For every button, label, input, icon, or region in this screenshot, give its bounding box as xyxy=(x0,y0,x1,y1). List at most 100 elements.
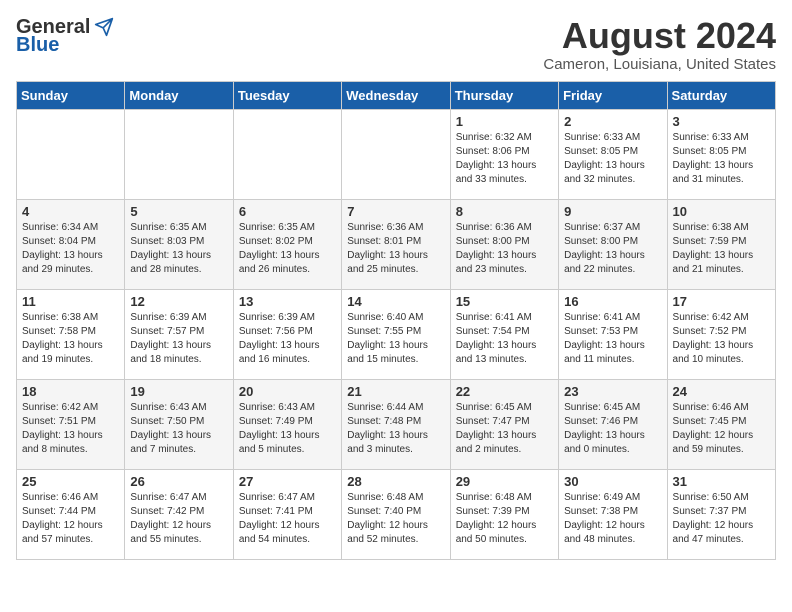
day-info: Sunrise: 6:37 AM Sunset: 8:00 PM Dayligh… xyxy=(564,221,661,277)
day-info: Sunrise: 6:42 AM Sunset: 7:52 PM Dayligh… xyxy=(673,311,770,367)
day-number: 30 xyxy=(564,474,661,489)
day-info: Sunrise: 6:35 AM Sunset: 8:02 PM Dayligh… xyxy=(239,221,336,277)
day-number: 26 xyxy=(130,474,227,489)
calendar-cell: 8 Sunrise: 6:36 AM Sunset: 8:00 PM Daylig… xyxy=(450,199,558,289)
day-info: Sunrise: 6:32 AM Sunset: 8:06 PM Dayligh… xyxy=(456,131,553,187)
calendar-week-row: 18 Sunrise: 6:42 AM Sunset: 7:51 PM Dayli… xyxy=(17,379,776,469)
calendar-cell: 9 Sunrise: 6:37 AM Sunset: 8:00 PM Daylig… xyxy=(559,199,667,289)
calendar-cell: 20Sunrise: 6:43 AM Sunset: 7:49 PM Dayli… xyxy=(233,379,341,469)
calendar-cell: 4 Sunrise: 6:34 AM Sunset: 8:04 PM Daylig… xyxy=(17,199,125,289)
calendar-table: SundayMondayTuesdayWednesdayThursdayFrid… xyxy=(16,81,776,560)
day-number: 11 xyxy=(22,294,119,309)
calendar-week-row: 25Sunrise: 6:46 AM Sunset: 7:44 PM Dayli… xyxy=(17,469,776,559)
calendar-cell: 24 Sunrise: 6:46 AM Sunset: 7:45 PM Dayli… xyxy=(667,379,775,469)
calendar-cell: 19 Sunrise: 6:43 AM Sunset: 7:50 PM Dayli… xyxy=(125,379,233,469)
calendar-cell: 3 Sunrise: 6:33 AM Sunset: 8:05 PM Daylig… xyxy=(667,109,775,199)
day-info: Sunrise: 6:34 AM Sunset: 8:04 PM Dayligh… xyxy=(22,221,119,277)
calendar-cell xyxy=(233,109,341,199)
calendar-cell: 1 Sunrise: 6:32 AM Sunset: 8:06 PM Daylig… xyxy=(450,109,558,199)
day-number: 5 xyxy=(130,204,227,219)
day-info: Sunrise: 6:50 AM Sunset: 7:37 PM Dayligh… xyxy=(673,491,770,547)
day-info: Sunrise: 6:45 AM Sunset: 7:47 PM Dayligh… xyxy=(456,401,553,457)
weekday-header: Friday xyxy=(559,81,667,109)
day-info: Sunrise: 6:36 AM Sunset: 8:00 PM Dayligh… xyxy=(456,221,553,277)
day-info: Sunrise: 6:39 AM Sunset: 7:57 PM Dayligh… xyxy=(130,311,227,367)
day-number: 31 xyxy=(673,474,770,489)
day-number: 6 xyxy=(239,204,336,219)
calendar-week-row: 1 Sunrise: 6:32 AM Sunset: 8:06 PM Daylig… xyxy=(17,109,776,199)
day-number: 16 xyxy=(564,294,661,309)
day-info: Sunrise: 6:35 AM Sunset: 8:03 PM Dayligh… xyxy=(130,221,227,277)
calendar-cell: 2Sunrise: 6:33 AM Sunset: 8:05 PM Daylig… xyxy=(559,109,667,199)
calendar-cell: 18 Sunrise: 6:42 AM Sunset: 7:51 PM Dayli… xyxy=(17,379,125,469)
day-info: Sunrise: 6:41 AM Sunset: 7:54 PM Dayligh… xyxy=(456,311,553,367)
day-number: 1 xyxy=(456,114,553,129)
day-info: Sunrise: 6:49 AM Sunset: 7:38 PM Dayligh… xyxy=(564,491,661,547)
day-info: Sunrise: 6:42 AM Sunset: 7:51 PM Dayligh… xyxy=(22,401,119,457)
day-number: 8 xyxy=(456,204,553,219)
day-number: 18 xyxy=(22,384,119,399)
day-number: 7 xyxy=(347,204,444,219)
calendar-cell: 25Sunrise: 6:46 AM Sunset: 7:44 PM Dayli… xyxy=(17,469,125,559)
calendar-cell: 12 Sunrise: 6:39 AM Sunset: 7:57 PM Dayli… xyxy=(125,289,233,379)
calendar-cell: 31 Sunrise: 6:50 AM Sunset: 7:37 PM Dayli… xyxy=(667,469,775,559)
calendar-cell: 15 Sunrise: 6:41 AM Sunset: 7:54 PM Dayli… xyxy=(450,289,558,379)
day-number: 15 xyxy=(456,294,553,309)
title-block: August 2024 Cameron, Louisiana, United S… xyxy=(543,16,776,73)
day-number: 24 xyxy=(673,384,770,399)
day-info: Sunrise: 6:47 AM Sunset: 7:41 PM Dayligh… xyxy=(239,491,336,547)
weekday-header: Tuesday xyxy=(233,81,341,109)
day-info: Sunrise: 6:44 AM Sunset: 7:48 PM Dayligh… xyxy=(347,401,444,457)
weekday-header: Sunday xyxy=(17,81,125,109)
calendar-cell xyxy=(125,109,233,199)
calendar-cell: 17 Sunrise: 6:42 AM Sunset: 7:52 PM Dayli… xyxy=(667,289,775,379)
day-info: Sunrise: 6:40 AM Sunset: 7:55 PM Dayligh… xyxy=(347,311,444,367)
day-info: Sunrise: 6:38 AM Sunset: 7:59 PM Dayligh… xyxy=(673,221,770,277)
day-number: 28 xyxy=(347,474,444,489)
day-info: Sunrise: 6:33 AM Sunset: 8:05 PM Dayligh… xyxy=(673,131,770,187)
day-number: 12 xyxy=(130,294,227,309)
day-number: 3 xyxy=(673,114,770,129)
day-number: 17 xyxy=(673,294,770,309)
calendar-cell: 7 Sunrise: 6:36 AM Sunset: 8:01 PM Daylig… xyxy=(342,199,450,289)
calendar-cell xyxy=(342,109,450,199)
weekday-header: Thursday xyxy=(450,81,558,109)
day-info: Sunrise: 6:48 AM Sunset: 7:40 PM Dayligh… xyxy=(347,491,444,547)
day-info: Sunrise: 6:43 AM Sunset: 7:50 PM Dayligh… xyxy=(130,401,227,457)
calendar-cell: 27 Sunrise: 6:47 AM Sunset: 7:41 PM Dayli… xyxy=(233,469,341,559)
day-number: 29 xyxy=(456,474,553,489)
calendar-cell: 6 Sunrise: 6:35 AM Sunset: 8:02 PM Daylig… xyxy=(233,199,341,289)
calendar-header-row: SundayMondayTuesdayWednesdayThursdayFrid… xyxy=(17,81,776,109)
logo: General Blue xyxy=(16,16,114,56)
calendar-cell: 23 Sunrise: 6:45 AM Sunset: 7:46 PM Dayli… xyxy=(559,379,667,469)
calendar-cell: 13Sunrise: 6:39 AM Sunset: 7:56 PM Dayli… xyxy=(233,289,341,379)
day-number: 20 xyxy=(239,384,336,399)
day-number: 9 xyxy=(564,204,661,219)
calendar-cell: 29Sunrise: 6:48 AM Sunset: 7:39 PM Dayli… xyxy=(450,469,558,559)
day-number: 27 xyxy=(239,474,336,489)
calendar-cell: 21Sunrise: 6:44 AM Sunset: 7:48 PM Dayli… xyxy=(342,379,450,469)
weekday-header: Saturday xyxy=(667,81,775,109)
calendar-cell: 11 Sunrise: 6:38 AM Sunset: 7:58 PM Dayli… xyxy=(17,289,125,379)
day-number: 23 xyxy=(564,384,661,399)
day-number: 4 xyxy=(22,204,119,219)
day-info: Sunrise: 6:41 AM Sunset: 7:53 PM Dayligh… xyxy=(564,311,661,367)
day-info: Sunrise: 6:38 AM Sunset: 7:58 PM Dayligh… xyxy=(22,311,119,367)
calendar-cell: 10 Sunrise: 6:38 AM Sunset: 7:59 PM Dayli… xyxy=(667,199,775,289)
day-info: Sunrise: 6:45 AM Sunset: 7:46 PM Dayligh… xyxy=(564,401,661,457)
day-number: 19 xyxy=(130,384,227,399)
day-number: 14 xyxy=(347,294,444,309)
day-number: 2 xyxy=(564,114,661,129)
logo-bird-icon xyxy=(94,17,114,37)
calendar-cell: 5 Sunrise: 6:35 AM Sunset: 8:03 PM Daylig… xyxy=(125,199,233,289)
page-title: August 2024 xyxy=(543,16,776,56)
day-number: 10 xyxy=(673,204,770,219)
calendar-week-row: 11 Sunrise: 6:38 AM Sunset: 7:58 PM Dayli… xyxy=(17,289,776,379)
page-subtitle: Cameron, Louisiana, United States xyxy=(543,56,776,73)
day-info: Sunrise: 6:46 AM Sunset: 7:44 PM Dayligh… xyxy=(22,491,119,547)
day-info: Sunrise: 6:36 AM Sunset: 8:01 PM Dayligh… xyxy=(347,221,444,277)
day-info: Sunrise: 6:46 AM Sunset: 7:45 PM Dayligh… xyxy=(673,401,770,457)
day-info: Sunrise: 6:47 AM Sunset: 7:42 PM Dayligh… xyxy=(130,491,227,547)
calendar-cell: 22 Sunrise: 6:45 AM Sunset: 7:47 PM Dayli… xyxy=(450,379,558,469)
day-number: 22 xyxy=(456,384,553,399)
